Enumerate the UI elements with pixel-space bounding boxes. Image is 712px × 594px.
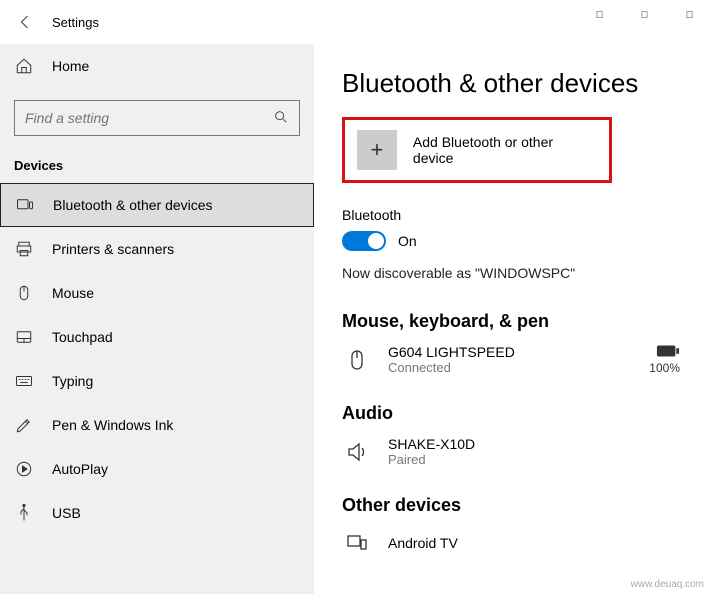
device-status: Paired	[388, 452, 475, 467]
group-mouse-kb-pen: Mouse, keyboard, & pen	[342, 311, 680, 332]
sidebar-item-label: Home	[52, 58, 89, 74]
touchpad-icon	[14, 327, 34, 347]
bluetooth-label: Bluetooth	[342, 207, 680, 223]
page-title: Bluetooth & other devices	[342, 68, 680, 99]
sidebar-item-label: Pen & Windows Ink	[52, 417, 173, 433]
group-audio: Audio	[342, 403, 680, 424]
device-status: Connected	[388, 360, 515, 375]
sidebar-item-label: USB	[52, 505, 81, 521]
speaker-icon	[342, 437, 372, 467]
add-device-button[interactable]: + Add Bluetooth or other device	[342, 117, 612, 183]
discoverable-status: Now discoverable as "WINDOWSPC"	[342, 265, 680, 281]
battery-percent: 100%	[649, 361, 680, 375]
mouse-icon	[342, 345, 372, 375]
device-name: G604 LIGHTSPEED	[388, 344, 515, 360]
battery-icon	[649, 344, 680, 361]
app-title: Settings	[52, 15, 99, 30]
watermark: www.deuaq.com	[631, 579, 704, 590]
mouse-icon	[14, 283, 34, 303]
sidebar-category: Devices	[0, 142, 314, 183]
device-row[interactable]: G604 LIGHTSPEED Connected 100%	[342, 344, 680, 375]
device-name: SHAKE-X10D	[388, 436, 475, 452]
autoplay-icon	[14, 459, 34, 479]
sidebar-item-pen[interactable]: Pen & Windows Ink	[0, 403, 314, 447]
usb-icon	[14, 503, 34, 523]
main-panel: Bluetooth & other devices + Add Bluetoot…	[314, 44, 712, 594]
sidebar-item-label: Mouse	[52, 285, 94, 301]
sidebar-item-label: Printers & scanners	[52, 241, 174, 257]
pen-icon	[14, 415, 34, 435]
search-icon	[273, 109, 289, 128]
sidebar-item-home[interactable]: Home	[0, 44, 314, 88]
sidebar-item-autoplay[interactable]: AutoPlay	[0, 447, 314, 491]
close-button[interactable]: 	[667, 0, 712, 30]
keyboard-icon	[14, 371, 34, 391]
sidebar-item-label: Typing	[52, 373, 93, 389]
sidebar: Home Devices Bluetooth & other devices P…	[0, 44, 314, 594]
sidebar-item-label: Bluetooth & other devices	[53, 197, 213, 213]
device-row[interactable]: Android TV	[342, 528, 680, 558]
plus-icon: +	[357, 130, 397, 170]
device-icon	[342, 528, 372, 558]
group-other: Other devices	[342, 495, 680, 516]
search-box[interactable]	[14, 100, 300, 136]
add-device-label: Add Bluetooth or other device	[413, 134, 597, 166]
maximize-button[interactable]: 	[622, 0, 667, 30]
sidebar-item-usb[interactable]: USB	[0, 491, 314, 535]
sidebar-item-bluetooth[interactable]: Bluetooth & other devices	[0, 183, 314, 227]
back-button[interactable]	[12, 8, 40, 36]
bluetooth-toggle[interactable]: On	[342, 231, 680, 251]
search-input[interactable]	[25, 110, 273, 126]
devices-icon	[15, 195, 35, 215]
sidebar-item-touchpad[interactable]: Touchpad	[0, 315, 314, 359]
device-name: Android TV	[388, 535, 458, 551]
sidebar-item-label: AutoPlay	[52, 461, 108, 477]
sidebar-item-label: Touchpad	[52, 329, 113, 345]
sidebar-item-mouse[interactable]: Mouse	[0, 271, 314, 315]
minimize-button[interactable]: 	[577, 0, 622, 30]
sidebar-item-typing[interactable]: Typing	[0, 359, 314, 403]
device-row[interactable]: SHAKE-X10D Paired	[342, 436, 680, 467]
toggle-state: On	[398, 233, 417, 249]
home-icon	[14, 56, 34, 76]
sidebar-item-printers[interactable]: Printers & scanners	[0, 227, 314, 271]
printer-icon	[14, 239, 34, 259]
